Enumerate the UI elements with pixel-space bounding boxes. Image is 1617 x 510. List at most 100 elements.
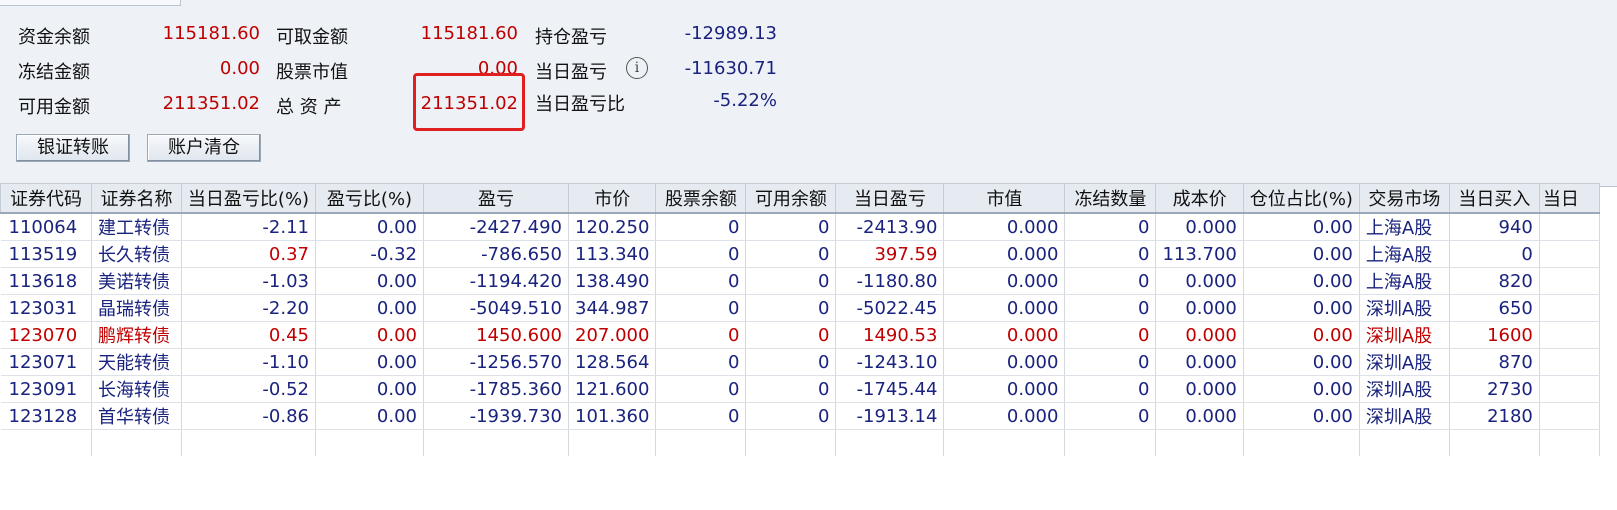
- table-cell: 0.000: [943, 375, 1066, 403]
- table-cell: 0: [655, 213, 747, 241]
- table-cell: 2730: [1449, 375, 1540, 403]
- table-row[interactable]: 110064 建工转债 -2.11 0.00 -2427.490 120.250 0 0 -24…: [0, 213, 1600, 241]
- table-cell: 0.000: [1155, 321, 1244, 349]
- table-cell: 0.00: [315, 267, 424, 295]
- table-cell: 0: [745, 267, 837, 295]
- column-header[interactable]: 成本价: [1155, 183, 1244, 214]
- table-cell: 128.564: [568, 348, 657, 376]
- table-cell: 0: [1064, 402, 1157, 430]
- table-cell: 深圳A股: [1359, 348, 1450, 376]
- table-cell: 0.00: [315, 375, 424, 403]
- daily-pl-ratio-value: -5.22%: [713, 90, 777, 111]
- table-cell: [1539, 375, 1600, 403]
- table-row[interactable]: 123091 长海转债 -0.52 0.00 -1785.360 121.600 0 0 -17…: [0, 375, 1600, 403]
- table-cell: 0: [655, 294, 747, 322]
- table-cell: 深圳A股: [1359, 402, 1450, 430]
- column-header[interactable]: 冻结数量: [1064, 183, 1157, 214]
- table-cell: 0: [655, 321, 747, 349]
- table-cell: 120.250: [568, 213, 657, 241]
- table-row[interactable]: 113519 长久转债 0.37 -0.32 -786.650 113.340 0 0 397.…: [0, 240, 1600, 268]
- column-header[interactable]: 盈亏: [423, 183, 569, 214]
- table-cell: 123031: [0, 294, 92, 322]
- table-cell: -786.650: [423, 240, 569, 268]
- table-cell: 0: [1064, 267, 1157, 295]
- daily-pl-label: 当日盈亏: [535, 62, 607, 83]
- column-header[interactable]: 股票余额: [655, 183, 747, 214]
- table-cell: -1194.420: [423, 267, 569, 295]
- table-cell: 建工转债: [91, 213, 182, 241]
- column-header[interactable]: 市价: [567, 183, 657, 214]
- positions-table: 证券代码 证券名称 当日盈亏比(%) 盈亏比(%) 盈亏 市价 股票余额 可用余额 当日盈亏 市值…: [0, 183, 1600, 456]
- column-header[interactable]: 当日: [1538, 183, 1600, 214]
- table-cell: 0.00: [1243, 294, 1360, 322]
- empty-row-area: [0, 429, 1600, 456]
- column-header[interactable]: 市值: [943, 183, 1066, 214]
- table-cell: 首华转债: [91, 402, 182, 430]
- table-cell: 0.00: [1243, 240, 1360, 268]
- position-pl-value: -12989.13: [684, 23, 777, 44]
- table-cell: [1539, 402, 1600, 430]
- column-header[interactable]: 交易市场: [1358, 183, 1450, 214]
- column-header[interactable]: 当日买入: [1448, 183, 1540, 214]
- table-row[interactable]: 123071 天能转债 -1.10 0.00 -1256.570 128.564 0 0 -12…: [0, 348, 1600, 376]
- table-cell: 上海A股: [1359, 267, 1450, 295]
- table-cell: 397.59: [835, 240, 945, 268]
- column-header[interactable]: 当日盈亏比(%): [181, 183, 316, 214]
- stock-value-label: 股票市值: [276, 62, 348, 83]
- table-cell: 0.37: [181, 240, 316, 268]
- available-amount-label: 可用金额: [18, 97, 90, 118]
- table-cell: 123070: [0, 321, 92, 349]
- daily-pl-value: -11630.71: [684, 58, 777, 79]
- table-cell: 长海转债: [91, 375, 182, 403]
- total-assets-label: 总 资 产: [276, 97, 342, 118]
- table-cell: 0: [655, 348, 747, 376]
- table-cell: 美诺转债: [91, 267, 182, 295]
- column-header[interactable]: 可用余额: [745, 183, 837, 214]
- table-cell: -1243.10: [835, 348, 945, 376]
- table-cell: 0: [655, 240, 747, 268]
- fund-balance-label: 资金余额: [18, 27, 90, 48]
- table-cell: -5022.45: [835, 294, 945, 322]
- table-cell: 0: [745, 375, 837, 403]
- table-cell: 0.00: [315, 294, 424, 322]
- table-cell: 0: [1449, 240, 1540, 268]
- table-cell: 123128: [0, 402, 92, 430]
- info-icon[interactable]: i: [626, 57, 648, 79]
- column-header[interactable]: 当日盈亏: [835, 183, 945, 214]
- table-cell: 0: [745, 402, 837, 430]
- table-row[interactable]: 123128 首华转债 -0.86 0.00 -1939.730 101.360 0 0 -19…: [0, 402, 1600, 430]
- daily-pl-ratio-label: 当日盈亏比: [535, 94, 625, 115]
- clear-account-button[interactable]: 账户清仓: [147, 134, 261, 162]
- table-cell: 650: [1449, 294, 1540, 322]
- bank-transfer-button[interactable]: 银证转账: [16, 134, 130, 162]
- table-cell: 0.00: [315, 348, 424, 376]
- table-cell: 1600: [1449, 321, 1540, 349]
- table-cell: 0.00: [315, 402, 424, 430]
- table-cell: 0.00: [1243, 348, 1360, 376]
- table-cell: 123071: [0, 348, 92, 376]
- table-cell: 0: [1064, 294, 1157, 322]
- table-cell: 0: [655, 375, 747, 403]
- table-cell: -2.20: [181, 294, 316, 322]
- table-cell: 0.000: [943, 402, 1066, 430]
- table-cell: -1913.14: [835, 402, 945, 430]
- column-header[interactable]: 证券名称: [91, 183, 182, 214]
- table-cell: 0.000: [943, 267, 1066, 295]
- frozen-amount-value: 0.00: [219, 58, 260, 79]
- table-row[interactable]: 123070 鹏辉转债 0.45 0.00 1450.600 207.000 0 0 1490.…: [0, 321, 1600, 349]
- table-cell: -1256.570: [423, 348, 569, 376]
- table-header-row: 证券代码 证券名称 当日盈亏比(%) 盈亏比(%) 盈亏 市价 股票余额 可用余额 当日盈亏 市值…: [0, 183, 1600, 214]
- table-cell: 113519: [0, 240, 92, 268]
- account-summary-panel: 资金余额 115181.60 冻结金额 0.00 可用金额 211351.02 …: [0, 0, 1617, 187]
- table-cell: 344.987: [568, 294, 657, 322]
- table-cell: 0.000: [943, 240, 1066, 268]
- column-header[interactable]: 仓位占比(%): [1242, 183, 1360, 214]
- column-header[interactable]: 证券代码: [0, 183, 92, 214]
- table-row[interactable]: 113618 美诺转债 -1.03 0.00 -1194.420 138.490 0 0 -11…: [0, 267, 1600, 295]
- table-cell: -1939.730: [423, 402, 569, 430]
- table-cell: 长久转债: [91, 240, 182, 268]
- column-header[interactable]: 盈亏比(%): [315, 183, 424, 214]
- table-row[interactable]: 123031 晶瑞转债 -2.20 0.00 -5049.510 344.987 0 0 -50…: [0, 294, 1600, 322]
- table-cell: 0.000: [1155, 213, 1244, 241]
- table-cell: 113.700: [1155, 240, 1244, 268]
